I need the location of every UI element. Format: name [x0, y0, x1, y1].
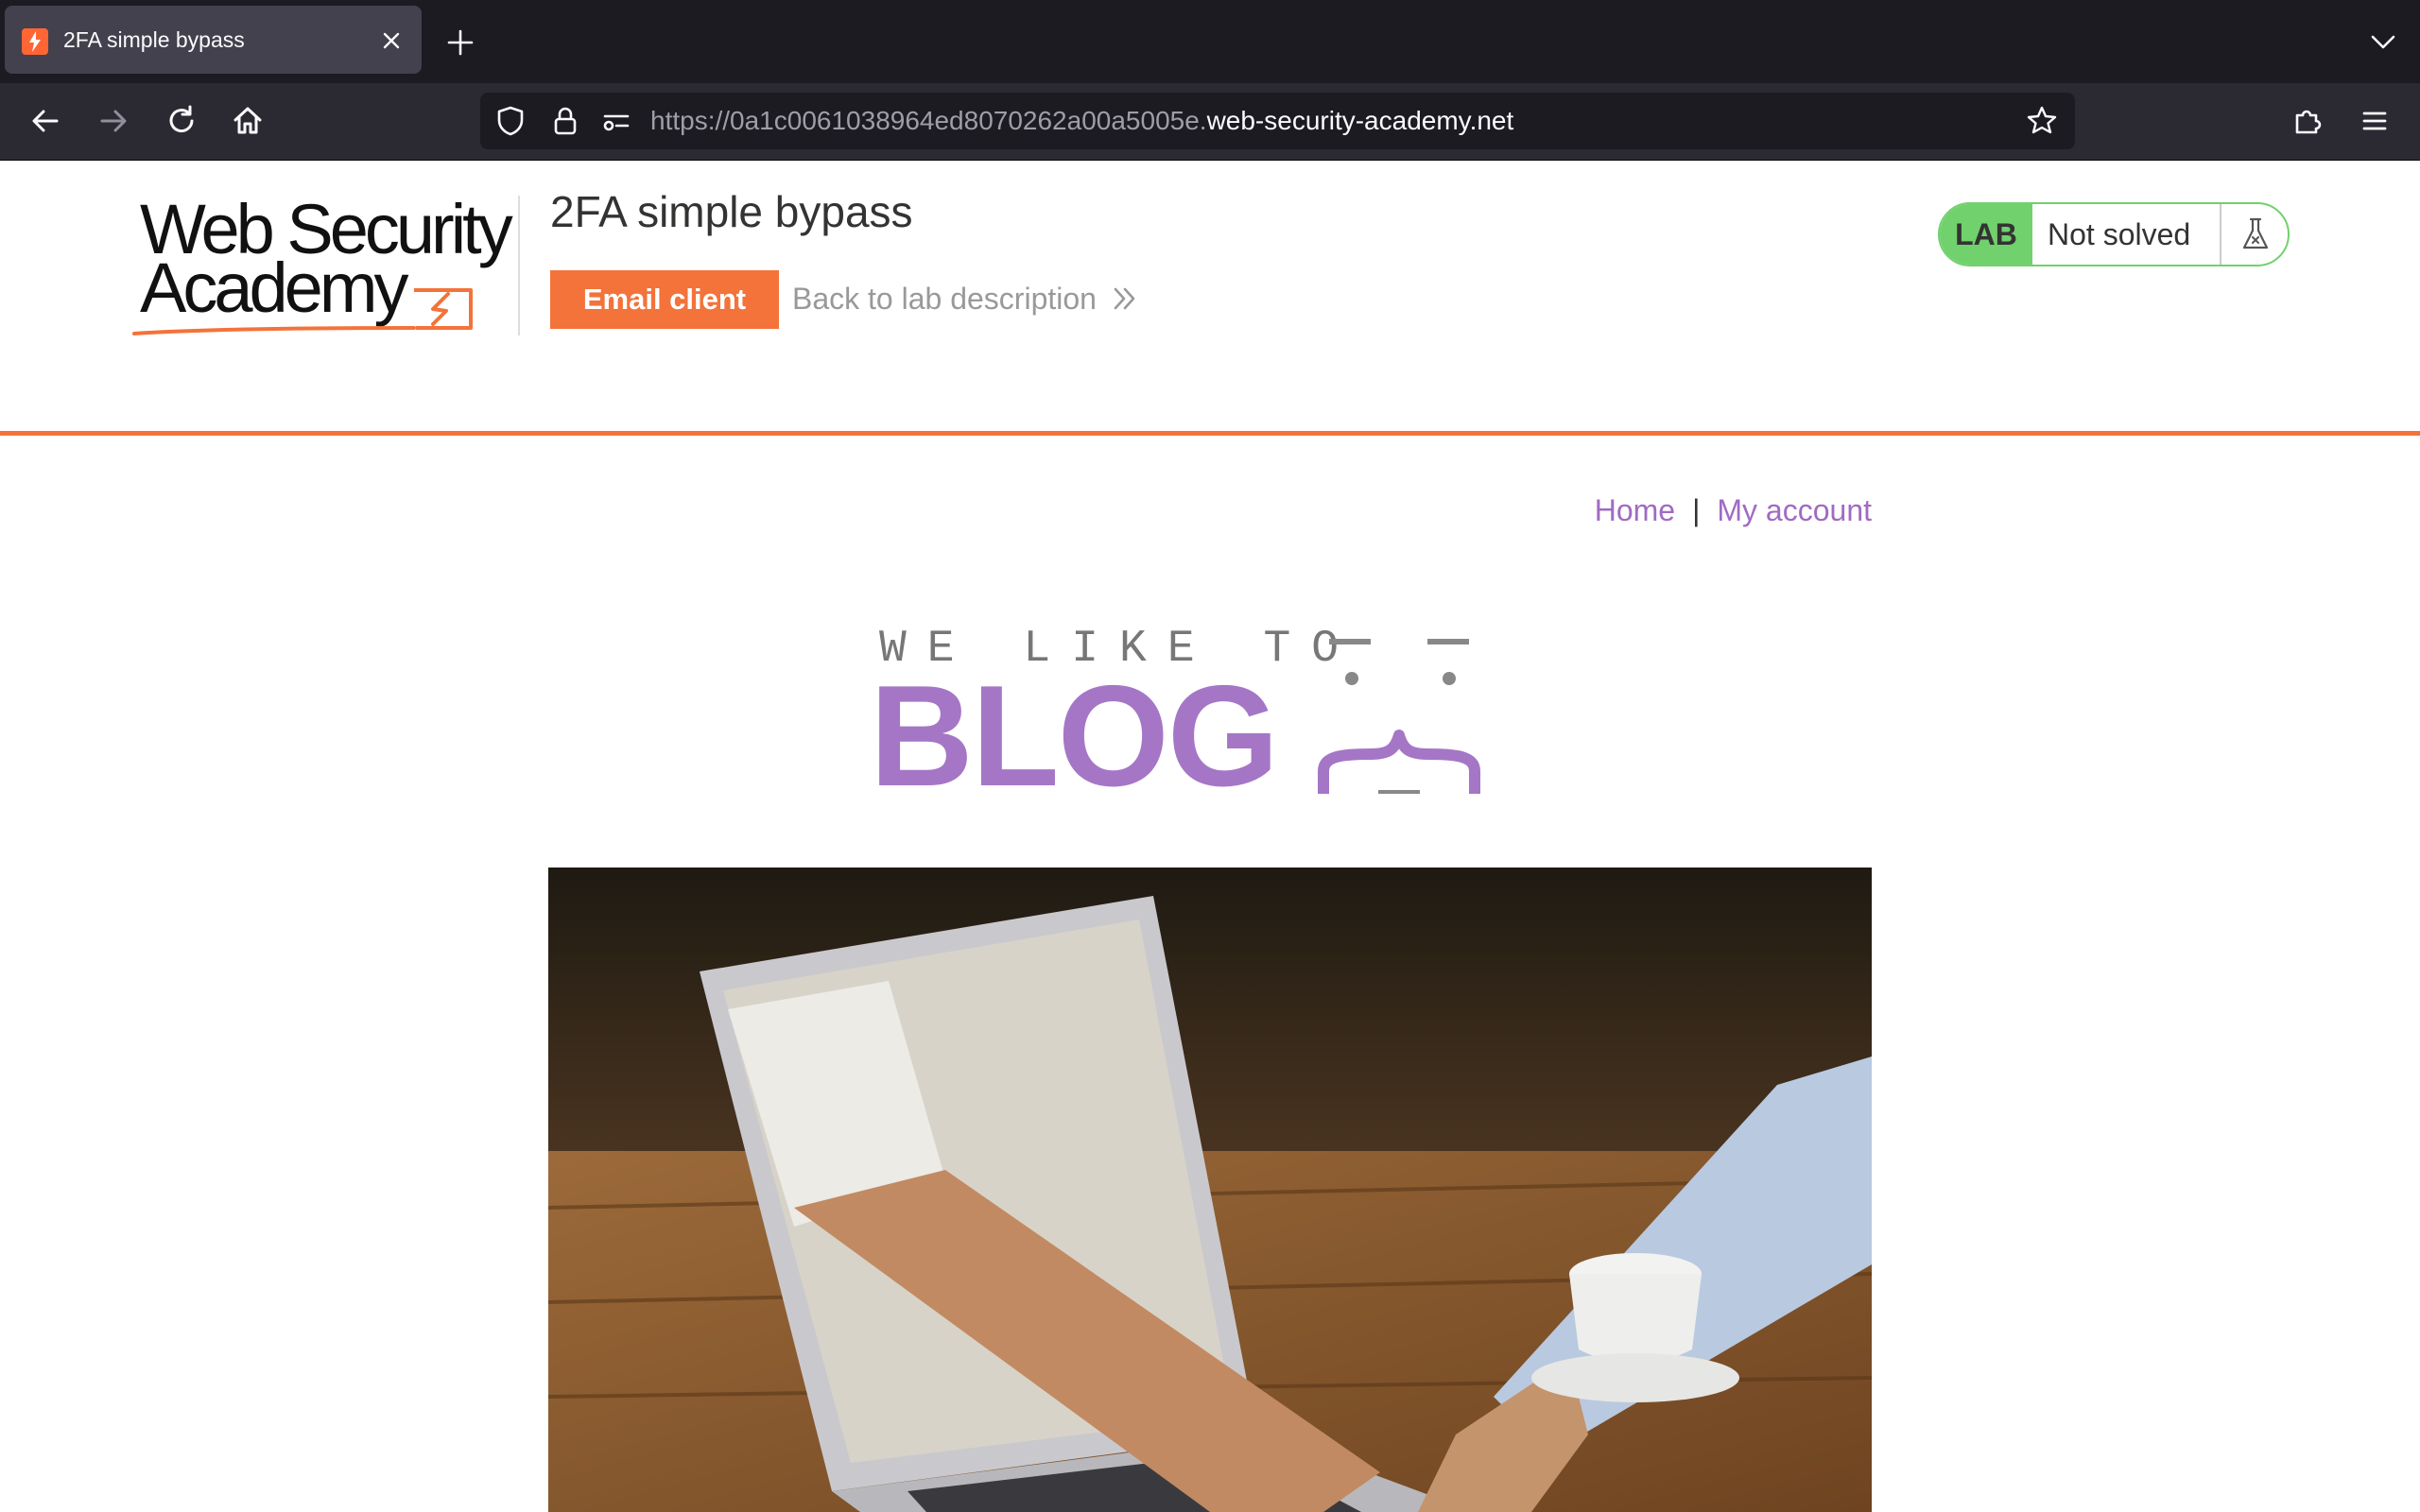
- blog-banner-logo: WE LIKE TO BLOG: [870, 614, 1550, 808]
- new-tab-plus-icon[interactable]: [444, 26, 476, 59]
- blog-hero-image: [548, 868, 1872, 1512]
- home-icon[interactable]: [229, 102, 267, 140]
- portswigger-favicon-icon: [22, 28, 48, 55]
- url-prefix: https://0a1c0061038964ed8070262a00a5005e…: [650, 106, 1207, 135]
- nav-my-account-link[interactable]: My account: [1717, 493, 1872, 527]
- logo-underline-bolt-icon: [132, 288, 473, 335]
- back-icon[interactable]: [26, 102, 64, 140]
- back-to-lab-description-link[interactable]: Back to lab description: [792, 280, 1097, 318]
- extensions-icon[interactable]: [2288, 102, 2325, 140]
- tab-list-chevron-down-icon[interactable]: [2367, 26, 2399, 59]
- blog-face-icon: [1318, 639, 1480, 794]
- forward-icon[interactable]: [95, 102, 132, 140]
- lock-icon[interactable]: [548, 104, 582, 138]
- banner-title: BLOG: [870, 656, 1279, 816]
- tab-close-icon[interactable]: [377, 26, 406, 55]
- double-chevron-right-icon[interactable]: [1112, 282, 1138, 316]
- lab-status-widget: LAB Not solved: [1938, 202, 2290, 266]
- logo-divider: [518, 196, 520, 335]
- shield-icon[interactable]: [493, 104, 527, 138]
- browser-tab-active[interactable]: 2FA simple bypass: [5, 6, 422, 74]
- menu-icon[interactable]: [2356, 102, 2394, 140]
- site-nav: Home | My account: [1512, 490, 1872, 531]
- tab-title: 2FA simple bypass: [63, 27, 245, 52]
- address-bar[interactable]: https://0a1c0061038964ed8070262a00a5005e…: [480, 93, 2075, 149]
- url-domain: web-security-academy.net: [1206, 106, 1514, 135]
- lab-header: Web Security Academy 2FA simple bypass E…: [0, 161, 2420, 436]
- web-security-academy-logo[interactable]: Web Security Academy: [130, 194, 518, 335]
- lab-status-text: Not solved: [2048, 217, 2191, 251]
- bookmark-star-icon[interactable]: [2025, 104, 2059, 138]
- email-client-button[interactable]: Email client: [550, 270, 779, 329]
- lab-badge: LAB: [1940, 204, 2032, 265]
- url-text[interactable]: https://0a1c0061038964ed8070262a00a5005e…: [650, 106, 1513, 136]
- nav-home-link[interactable]: Home: [1595, 493, 1675, 527]
- permissions-icon[interactable]: [599, 104, 633, 138]
- browser-tab-bar: 2FA simple bypass: [0, 0, 2420, 83]
- lab-status-separator: [2220, 204, 2221, 265]
- reload-icon[interactable]: [163, 102, 200, 140]
- browser-toolbar: https://0a1c0061038964ed8070262a00a5005e…: [0, 83, 2420, 161]
- nav-separator: |: [1692, 493, 1701, 527]
- lab-title: 2FA simple bypass: [550, 187, 913, 236]
- flask-icon: [2235, 214, 2276, 255]
